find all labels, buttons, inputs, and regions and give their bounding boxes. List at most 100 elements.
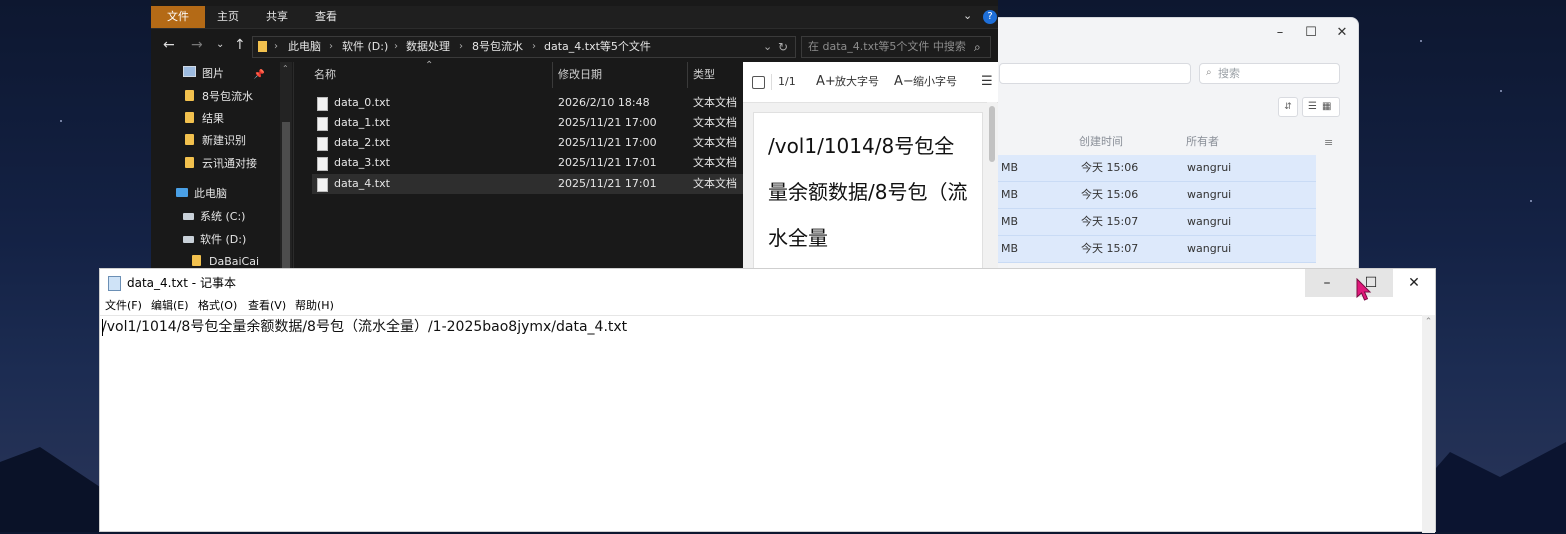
file-type: 文本文档	[693, 177, 737, 190]
expand-ribbon-icon[interactable]: ⌄	[963, 9, 972, 22]
mouse-pointer-icon	[1356, 278, 1372, 301]
file-type: 文本文档	[693, 96, 737, 109]
sort-icon[interactable]: ⇵	[1278, 97, 1298, 117]
text-editor[interactable]: /vol1/1014/8号包全量余额数据/8号包（流水全量）/1-2025bao…	[100, 315, 1422, 534]
sidebar-item-results[interactable]: 结果	[185, 108, 224, 130]
column-owner[interactable]: 所有者	[1186, 131, 1219, 153]
shrink-font-button[interactable]: 缩小字号	[913, 75, 957, 89]
breadcrumb-search-results[interactable]: data_4.txt等5个文件	[544, 37, 651, 57]
breadcrumb-data-processing[interactable]: 数据处理	[406, 37, 450, 57]
search-input[interactable]: 在 data_4.txt等5个文件 中搜索 ⌕	[801, 36, 991, 58]
column-modified[interactable]: 修改日期	[558, 62, 602, 88]
text-file-icon	[317, 178, 328, 192]
chevron-right-icon[interactable]: ›	[459, 37, 463, 57]
recent-dropdown-icon[interactable]: ⌄	[216, 39, 224, 50]
close-button[interactable]: ✕	[1327, 24, 1357, 42]
column-divider[interactable]	[687, 62, 688, 88]
sort-ascending-icon: ⌃	[425, 60, 434, 71]
maximize-button[interactable]: ☐	[1296, 24, 1326, 42]
back-arrow-icon[interactable]: ←	[163, 37, 175, 53]
sidebar-item-label: 软件 (D:)	[200, 233, 247, 246]
sidebar-item-yunxuntong[interactable]: 云讯通对接	[185, 153, 257, 175]
refresh-icon[interactable]: ↻	[778, 37, 788, 57]
sidebar-item-pictures[interactable]: 图片 📌	[183, 63, 265, 85]
file-row[interactable]: data_0.txt 2026/2/10 18:48 文本文档	[312, 93, 744, 113]
tab-home[interactable]: 主页	[205, 6, 251, 28]
file-row-selected[interactable]: data_4.txt 2025/11/21 17:01 文本文档	[312, 174, 744, 194]
file-row[interactable]: data_3.txt 2025/11/21 17:01 文本文档	[312, 153, 744, 173]
sidebar-item-new-recognition[interactable]: 新建识别	[185, 130, 246, 152]
title-bar[interactable]: data_4.txt - 记事本 – ☐ ✕	[100, 269, 1435, 297]
chevron-right-icon[interactable]: ›	[274, 37, 278, 57]
menu-view[interactable]: 查看(V)	[248, 297, 286, 315]
address-bar[interactable]: › 此电脑 › 软件 (D:) › 数据处理 › 8号包流水 › data_4.…	[252, 36, 796, 58]
sidebar-scroll-thumb[interactable]	[282, 122, 290, 269]
sidebar-item-label: 云讯通对接	[202, 157, 257, 170]
column-settings-icon[interactable]: ≡	[1324, 136, 1333, 149]
menu-edit[interactable]: 编辑(E)	[151, 297, 189, 315]
vertical-scrollbar[interactable]	[1422, 315, 1435, 533]
background-file-manager-window[interactable]: – ☐ ✕ ⌕ 搜索 ⇵ ☰ ▦ 创建时间 所有者 ≡ MB 今天 15:06 w…	[985, 17, 1359, 289]
column-type[interactable]: 类型	[693, 62, 715, 88]
chevron-right-icon[interactable]: ›	[532, 37, 536, 57]
menu-file[interactable]: 文件(F)	[105, 297, 142, 315]
column-created[interactable]: 创建时间	[1079, 131, 1123, 153]
enlarge-font-button[interactable]: 放大字号	[835, 75, 879, 89]
file-name: data_0.txt	[334, 96, 390, 109]
table-header: 创建时间 所有者	[986, 131, 1316, 153]
chevron-down-icon[interactable]: ⌄	[763, 37, 772, 57]
menu-format[interactable]: 格式(O)	[198, 297, 237, 315]
file-row[interactable]: data_2.txt 2025/11/21 17:00 文本文档	[312, 133, 744, 153]
grid-view-icon[interactable]: ▦	[1322, 101, 1331, 112]
sidebar-item-folder-8[interactable]: 8号包流水	[185, 86, 253, 108]
scroll-up-icon[interactable]: ⌃	[282, 64, 289, 73]
search-input[interactable]: ⌕ 搜索	[1199, 63, 1340, 84]
column-divider[interactable]	[552, 62, 553, 88]
column-name[interactable]: 名称	[314, 62, 336, 88]
pin-icon[interactable]: 📌	[254, 70, 265, 80]
list-view-icon[interactable]: ☰	[1308, 101, 1317, 112]
forward-arrow-icon[interactable]: →	[191, 37, 203, 53]
search-icon: ⌕	[974, 40, 981, 54]
sidebar-item-drive-c[interactable]: 系统 (C:)	[183, 206, 245, 228]
window-title: data_4.txt - 记事本	[127, 276, 236, 290]
table-row[interactable]: MB 今天 15:06 wangrui	[986, 182, 1316, 209]
breadcrumb-folder-8[interactable]: 8号包流水	[472, 37, 523, 57]
minimize-button[interactable]: –	[1305, 269, 1349, 297]
editor-content[interactable]: /vol1/1014/8号包全量余额数据/8号包（流水全量）/1-2025bao…	[102, 318, 627, 336]
path-input[interactable]	[999, 63, 1191, 84]
file-name: data_4.txt	[334, 177, 390, 190]
help-icon[interactable]: ?	[983, 10, 997, 24]
file-explorer-window[interactable]: 文件 主页 共享 查看 ⌄ ? ← → ⌄ ↑ › 此电脑 › 软件 (D:) …	[151, 0, 998, 271]
sidebar-item-label: 新建识别	[202, 134, 246, 147]
shrink-font-icon[interactable]: A−	[894, 75, 914, 89]
breadcrumb-this-pc[interactable]: 此电脑	[288, 37, 321, 57]
table-row[interactable]: MB 今天 15:06 wangrui	[986, 155, 1316, 182]
menu-icon[interactable]: ☰	[981, 75, 993, 89]
star	[1530, 200, 1532, 202]
row-size: MB	[1001, 188, 1019, 201]
sidebar-toggle-icon[interactable]	[752, 76, 765, 89]
sidebar-item-drive-d[interactable]: 软件 (D:)	[183, 229, 246, 251]
chevron-right-icon[interactable]: ›	[394, 37, 398, 57]
close-button[interactable]: ✕	[1392, 269, 1436, 297]
preview-scroll-thumb[interactable]	[989, 106, 995, 162]
view-toggle[interactable]: ☰ ▦	[1302, 97, 1340, 117]
tab-view[interactable]: 查看	[303, 6, 349, 28]
tab-file[interactable]: 文件	[151, 6, 205, 28]
menu-help[interactable]: 帮助(H)	[295, 297, 334, 315]
chevron-right-icon[interactable]: ›	[329, 37, 333, 57]
tab-share[interactable]: 共享	[254, 6, 300, 28]
table-row[interactable]: MB 今天 15:07 wangrui	[986, 236, 1316, 263]
sidebar-item-this-pc[interactable]: 此电脑	[176, 183, 227, 205]
notepad-window[interactable]: data_4.txt - 记事本 – ☐ ✕ 文件(F) 编辑(E) 格式(O)…	[99, 268, 1436, 534]
folder-icon	[192, 255, 201, 266]
minimize-button[interactable]: –	[1265, 24, 1295, 42]
notepad-icon	[108, 276, 121, 291]
up-arrow-icon[interactable]: ↑	[234, 37, 246, 53]
scroll-up-icon[interactable]: ⌃	[1422, 317, 1435, 327]
breadcrumb-drive-d[interactable]: 软件 (D:)	[342, 37, 388, 57]
table-row[interactable]: MB 今天 15:07 wangrui	[986, 209, 1316, 236]
enlarge-font-icon[interactable]: A+	[816, 75, 836, 89]
file-row[interactable]: data_1.txt 2025/11/21 17:00 文本文档	[312, 113, 744, 133]
